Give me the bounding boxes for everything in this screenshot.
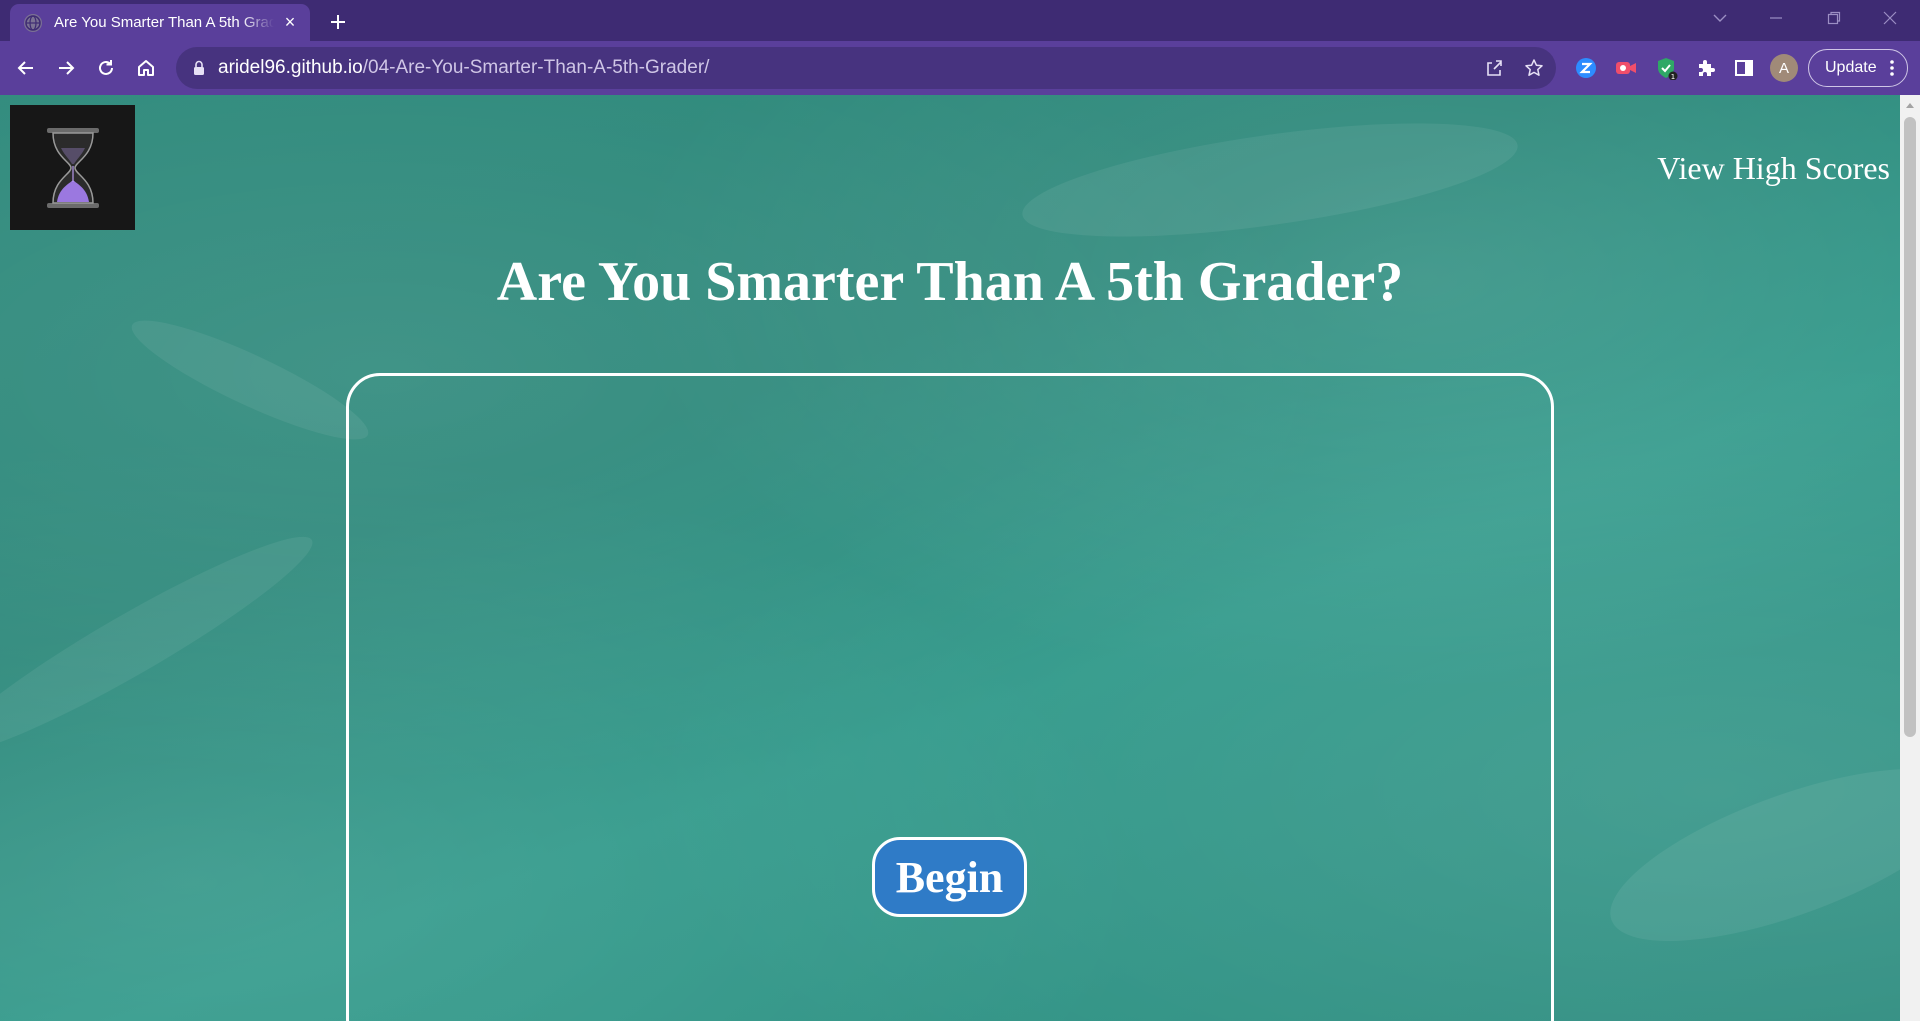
back-icon[interactable] [12,54,40,82]
tab-title: Are You Smarter Than A 5th Grader [54,14,274,31]
puzzle-icon[interactable] [1692,54,1720,82]
update-label: Update [1825,59,1877,76]
url-text: aridel96.github.io/04-Are-You-Smarter-Th… [218,57,709,79]
kebab-menu-icon[interactable] [1889,58,1895,83]
new-tab-button[interactable] [324,8,352,36]
chalk-smudge [1016,100,1524,260]
browser-tab-bar: Are You Smarter Than A 5th Grader × [0,0,1920,41]
chalk-smudge [121,302,379,458]
hourglass-icon [46,127,99,208]
lock-icon[interactable] [190,59,208,77]
browser-tab[interactable]: Are You Smarter Than A 5th Grader × [10,4,310,41]
extension-badge: 1 [1671,73,1675,80]
reload-icon[interactable] [92,54,120,82]
restore-icon[interactable] [1814,6,1854,30]
close-window-icon[interactable] [1870,6,1910,30]
shield-extension-icon[interactable]: 1 [1652,54,1680,82]
logo [10,105,135,230]
address-bar[interactable]: aridel96.github.io/04-Are-You-Smarter-Th… [176,47,1556,89]
share-icon[interactable] [1482,56,1506,80]
chalk-smudge [1590,733,1900,977]
update-button[interactable]: Update [1808,49,1908,87]
url-path: /04-Are-You-Smarter-Than-A-5th-Grader/ [362,57,710,78]
browser-toolbar: aridel96.github.io/04-Are-You-Smarter-Th… [0,41,1920,95]
bookmark-star-icon[interactable] [1522,56,1546,80]
page-viewport: View High Scores Are You Smarter Than A … [0,95,1900,1021]
minimize-icon[interactable] [1756,6,1796,30]
page-title: Are You Smarter Than A 5th Grader? [496,251,1404,313]
chalk-smudge [0,514,327,776]
view-high-scores-link[interactable]: View High Scores [1657,150,1890,187]
quiz-card [346,373,1554,1021]
forward-icon[interactable] [52,54,80,82]
side-panel-icon[interactable] [1730,54,1758,82]
scrollbar-thumb[interactable] [1904,117,1916,737]
tab-search-icon[interactable] [1700,6,1740,30]
tab-close-icon[interactable]: × [280,12,300,33]
scroll-up-arrow-icon[interactable] [1900,95,1920,115]
url-domain: aridel96.github.io [218,57,363,78]
begin-button[interactable]: Begin [872,837,1027,917]
profile-avatar[interactable]: A [1770,54,1798,82]
globe-icon [24,13,42,32]
video-recorder-icon[interactable] [1612,54,1640,82]
zoom-icon[interactable] [1572,54,1600,82]
home-icon[interactable] [132,54,160,82]
page-scrollbar[interactable] [1900,95,1920,1021]
